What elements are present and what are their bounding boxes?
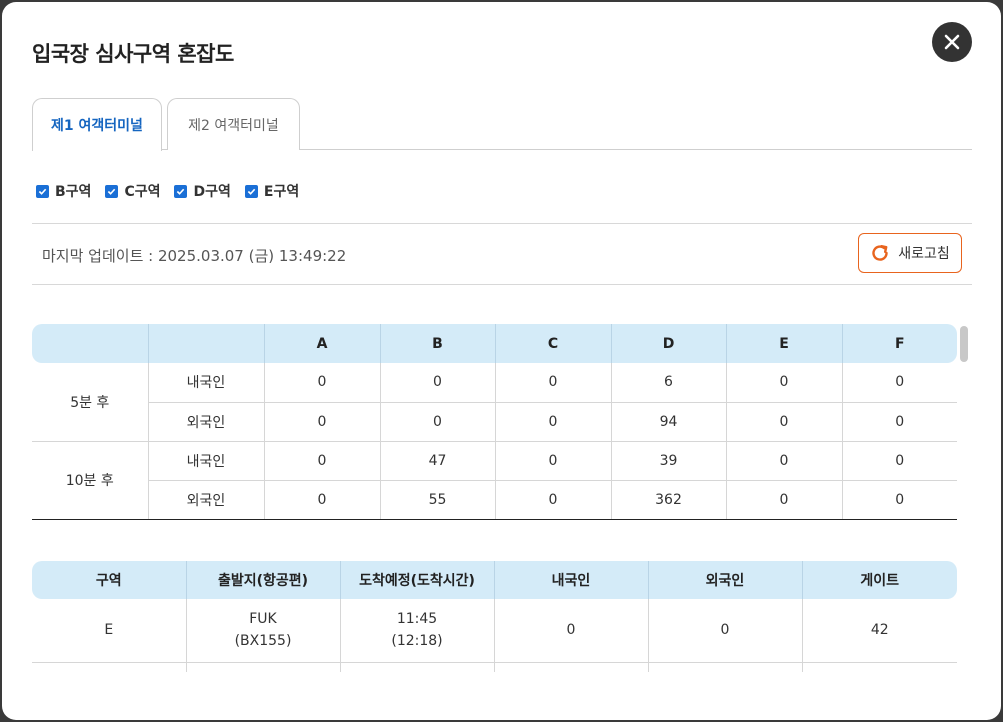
table-cell: 0 (841, 363, 957, 403)
passenger-type: 내국인 (147, 363, 264, 403)
table-cell: 0 (841, 402, 957, 442)
filter-zone-c[interactable]: C구역 (105, 181, 160, 201)
table-cell: 0 (263, 363, 380, 403)
filter-label: B구역 (55, 184, 92, 200)
foreign-cell (647, 662, 802, 672)
table-cell: 362 (610, 480, 726, 520)
table-cell: 47 (379, 441, 495, 481)
column-header: C (494, 324, 611, 363)
table-cell: 0 (494, 363, 611, 403)
tables-scroll-area[interactable]: A B C D E F 5분 후 내국인 0 0 0 6 0 0 외국인 0 0… (32, 324, 957, 672)
origin-cell (185, 662, 340, 672)
column-header (32, 324, 148, 363)
filter-zone-e[interactable]: E구역 (244, 181, 300, 201)
table-cell: 0 (379, 402, 495, 442)
flights-table: 구역 출발지(항공편) 도착예정(도착시간) 내국인 외국인 게이트 E FUK… (32, 560, 957, 672)
filter-label: C구역 (124, 184, 161, 200)
table-cell: 0 (725, 402, 842, 442)
column-header: 외국인 (647, 560, 802, 599)
table-cell: 0 (494, 441, 611, 481)
checkbox-checked-icon[interactable] (36, 184, 49, 198)
close-button[interactable] (932, 22, 972, 62)
divider (32, 284, 972, 285)
column-header: 출발지(항공편) (185, 560, 340, 599)
tab-terminal-2[interactable]: 제2 여객터미널 (167, 98, 300, 150)
table-cell: 0 (725, 363, 842, 403)
table-header-row: A B C D E F (32, 324, 957, 363)
table-cell: 0 (263, 480, 380, 520)
table-cell: 0 (725, 480, 842, 520)
domestic-cell: 0 (493, 598, 648, 663)
column-header: 내국인 (493, 560, 648, 599)
flight-number: (BX155) (234, 633, 292, 650)
refresh-label: 새로고침 (898, 246, 950, 262)
filter-label: E구역 (263, 184, 300, 200)
close-icon (944, 34, 960, 50)
time-group-label: 10분 후 (32, 441, 148, 520)
table-cell: 0 (263, 441, 380, 481)
passenger-type: 외국인 (147, 402, 264, 442)
passenger-type: 외국인 (147, 480, 264, 520)
eta-cell: 11:45 (12:18) (339, 598, 494, 663)
column-header: F (841, 324, 957, 363)
column-header: 게이트 (801, 560, 957, 599)
table-cell: 0 (841, 480, 957, 520)
column-header (147, 324, 264, 363)
last-update-text: 마지막 업데이트 : 2025.03.07 (금) 13:49:22 (42, 247, 347, 265)
zone-cell (32, 662, 186, 672)
column-header: 도착예정(도착시간) (339, 560, 494, 599)
table-row: E FUK (BX155) 11:45 (12:18) 0 0 42 (32, 598, 957, 663)
filter-zone-b[interactable]: B구역 (36, 181, 91, 201)
table-cell: 0 (263, 402, 380, 442)
table-row: 10분 후 내국인 0 47 0 39 0 0 (32, 441, 957, 520)
zone-filters: B구역 C구역 D구역 E구역 (36, 181, 313, 201)
gate-cell: 42 (801, 598, 957, 663)
congestion-modal: 입국장 심사구역 혼잡도 제1 여객터미널 제2 여객터미널 B구역 C구역 D… (2, 2, 1001, 720)
table-row: 외국인 0 55 0 362 0 0 (32, 480, 957, 520)
refresh-icon (872, 245, 888, 261)
scheduled-time: 11:45 (396, 611, 438, 628)
checkbox-checked-icon[interactable] (244, 184, 258, 198)
time-group-label: 5분 후 (32, 363, 148, 442)
table-cell: 94 (610, 402, 726, 442)
table-cell: 0 (494, 402, 611, 442)
column-header: B (379, 324, 495, 363)
table-cell: 0 (379, 363, 495, 403)
table-row: 외국인 0 0 0 94 0 0 (32, 402, 957, 442)
foreign-cell: 0 (647, 598, 802, 663)
filter-label: D구역 (193, 184, 231, 200)
divider (32, 223, 972, 224)
table-cell: 39 (610, 441, 726, 481)
zone-cell: E (32, 598, 186, 663)
column-header: A (263, 324, 380, 363)
congestion-table: A B C D E F 5분 후 내국인 0 0 0 6 0 0 외국인 0 0… (32, 324, 957, 520)
domestic-cell (493, 662, 648, 672)
table-row (32, 662, 957, 672)
checkbox-checked-icon[interactable] (174, 184, 188, 198)
arrival-time: (12:18) (391, 633, 443, 650)
column-header: E (725, 324, 842, 363)
terminal-tabs: 제1 여객터미널 제2 여객터미널 (32, 98, 972, 151)
vertical-scrollbar[interactable] (960, 326, 968, 362)
refresh-button[interactable]: 새로고침 (858, 233, 962, 273)
gate-cell (801, 662, 957, 672)
modal-title: 입국장 심사구역 혼잡도 (32, 42, 234, 66)
table-cell: 0 (494, 480, 611, 520)
table-cell: 6 (610, 363, 726, 403)
table-cell: 0 (725, 441, 842, 481)
column-header: D (610, 324, 726, 363)
table-cell: 0 (841, 441, 957, 481)
origin-cell: FUK (BX155) (185, 598, 340, 663)
table-cell: 55 (379, 480, 495, 520)
column-header: 구역 (32, 560, 186, 599)
tab-terminal-1[interactable]: 제1 여객터미널 (32, 98, 162, 151)
origin-airport: FUK (249, 611, 277, 628)
table-header-row: 구역 출발지(항공편) 도착예정(도착시간) 내국인 외국인 게이트 (32, 560, 957, 599)
filter-zone-d[interactable]: D구역 (174, 181, 231, 201)
table-row: 5분 후 내국인 0 0 0 6 0 0 (32, 363, 957, 442)
eta-cell (339, 662, 494, 672)
passenger-type: 내국인 (147, 441, 264, 481)
checkbox-checked-icon[interactable] (105, 184, 119, 198)
